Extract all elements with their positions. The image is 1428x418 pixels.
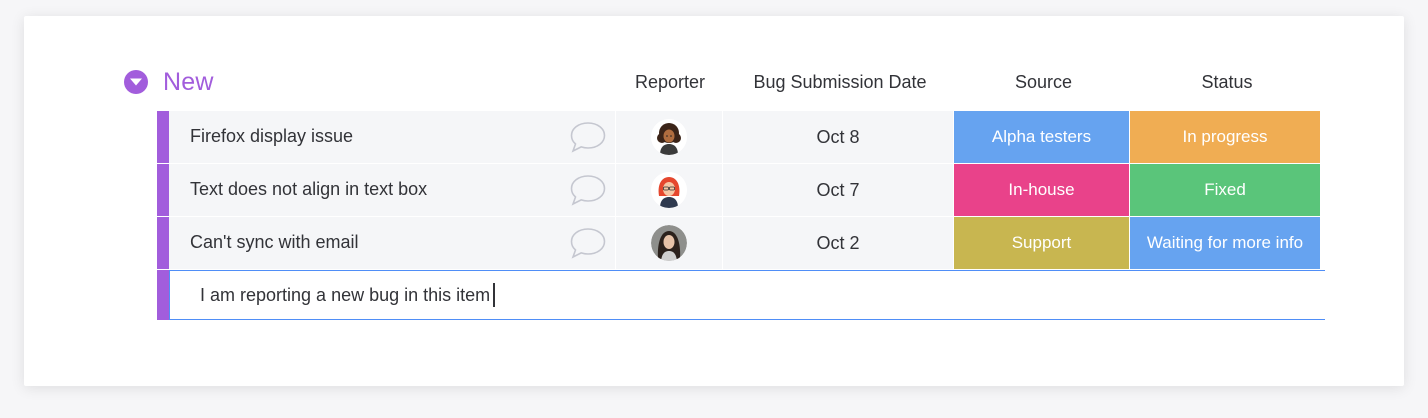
date-cell[interactable]: Oct 8 xyxy=(723,111,954,163)
reporter-cell[interactable] xyxy=(616,217,723,269)
group-color-stripe xyxy=(157,111,169,163)
add-item-row[interactable]: I am reporting a new bug in this item xyxy=(157,270,1325,320)
status-label[interactable]: In progress xyxy=(1130,111,1320,163)
source-label[interactable]: Alpha testers xyxy=(954,111,1130,163)
source-label[interactable]: In-house xyxy=(954,164,1130,216)
board-group-card: New Reporter Bug Submission Date Source … xyxy=(24,16,1404,386)
caret-down-icon xyxy=(130,78,142,86)
item-name-cell[interactable]: Text does not align in text box xyxy=(169,164,616,216)
status-label[interactable]: Fixed xyxy=(1130,164,1320,216)
date-cell[interactable]: Oct 2 xyxy=(723,217,954,269)
item-name[interactable]: Firefox display issue xyxy=(190,126,353,147)
new-item-input[interactable]: I am reporting a new bug in this item xyxy=(169,270,1325,320)
reporter-avatar[interactable] xyxy=(651,119,687,155)
collapse-group-button[interactable] xyxy=(124,70,148,94)
source-label[interactable]: Support xyxy=(954,217,1130,269)
column-header-source[interactable]: Source xyxy=(956,72,1131,93)
item-name-cell[interactable]: Firefox display issue xyxy=(169,111,616,163)
reporter-avatar[interactable] xyxy=(651,225,687,261)
status-label[interactable]: Waiting for more info xyxy=(1130,217,1320,269)
reporter-avatar[interactable] xyxy=(651,172,687,208)
column-header-status[interactable]: Status xyxy=(1132,72,1322,93)
item-name-cell[interactable]: Can't sync with email xyxy=(169,217,616,269)
item-name[interactable]: Text does not align in text box xyxy=(190,179,427,200)
group-color-stripe xyxy=(157,270,169,320)
comment-bubble-icon[interactable] xyxy=(569,120,607,154)
group-title[interactable]: New xyxy=(163,68,214,97)
table-row[interactable]: Firefox display issue Oct 8 Alpha tester… xyxy=(157,111,1325,163)
item-name[interactable]: Can't sync with email xyxy=(190,232,359,253)
text-cursor xyxy=(493,283,496,307)
new-item-input-value[interactable]: I am reporting a new bug in this item xyxy=(200,285,490,306)
table-row[interactable]: Can't sync with email Oct 2 Support Wait… xyxy=(157,217,1325,269)
column-header-bug-submission-date[interactable]: Bug Submission Date xyxy=(725,72,955,93)
column-header-reporter[interactable]: Reporter xyxy=(616,72,724,93)
date-cell[interactable]: Oct 7 xyxy=(723,164,954,216)
item-table: Firefox display issue Oct 8 Alpha tester… xyxy=(157,111,1325,320)
group-header: New xyxy=(124,64,214,100)
comment-bubble-icon[interactable] xyxy=(569,173,607,207)
comment-bubble-icon[interactable] xyxy=(569,226,607,260)
group-color-stripe xyxy=(157,164,169,216)
group-color-stripe xyxy=(157,217,169,269)
table-row[interactable]: Text does not align in text box Oct 7 In… xyxy=(157,164,1325,216)
reporter-cell[interactable] xyxy=(616,164,723,216)
reporter-cell[interactable] xyxy=(616,111,723,163)
